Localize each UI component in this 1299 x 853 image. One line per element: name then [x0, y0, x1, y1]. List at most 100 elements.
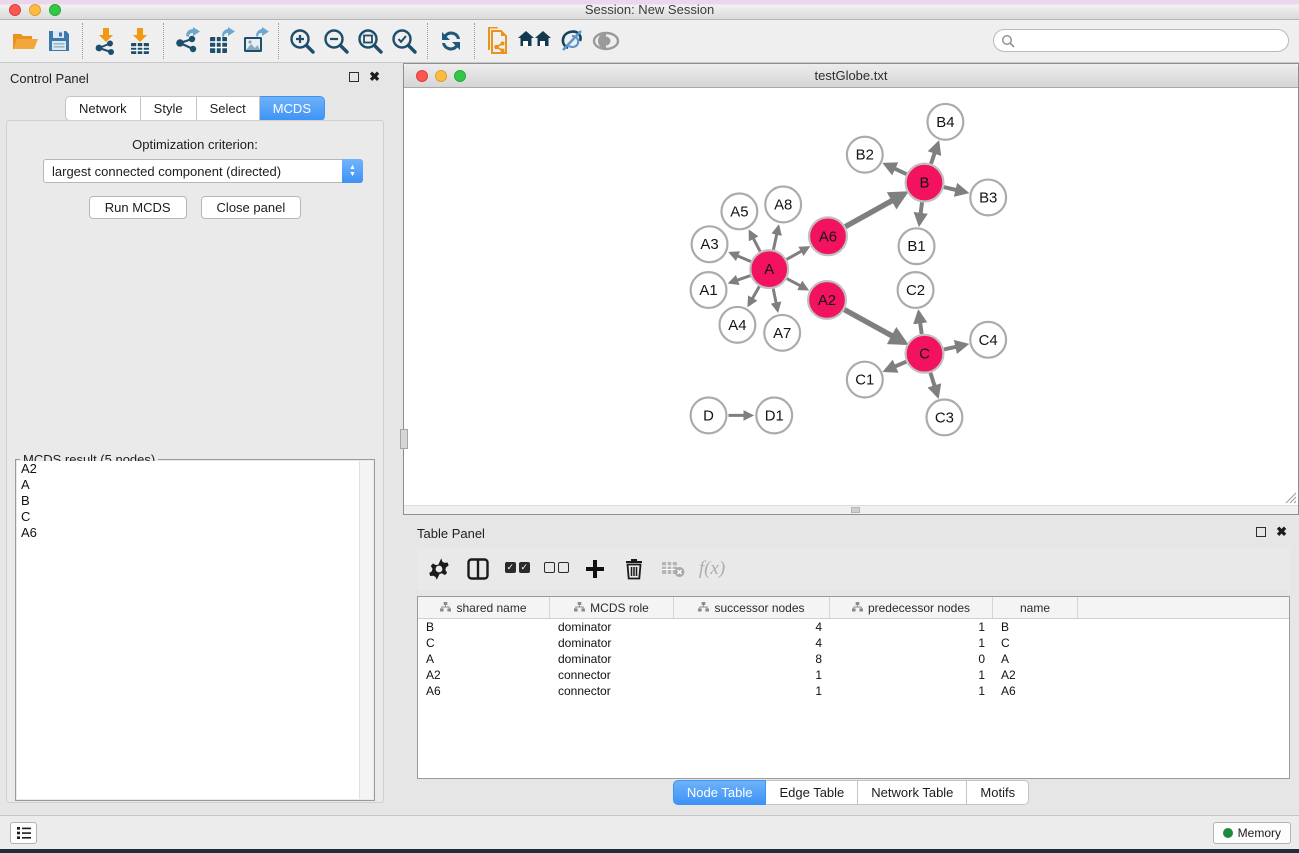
edge-C-C4[interactable] — [944, 345, 966, 350]
node-A4[interactable]: A4 — [719, 307, 755, 343]
close-panel-icon[interactable]: ✖ — [369, 72, 380, 82]
edge-B-B4[interactable] — [931, 143, 938, 163]
node-A1[interactable]: A1 — [691, 272, 727, 308]
show-column-panel-button[interactable] — [462, 552, 494, 586]
export-network-button[interactable] — [170, 23, 204, 59]
table-row[interactable]: Cdominator41C — [418, 635, 1289, 651]
search-field[interactable] — [993, 29, 1289, 52]
node-table[interactable]: shared nameMCDS rolesuccessor nodesprede… — [417, 596, 1290, 779]
column-header-predecessor-nodes[interactable]: predecessor nodes — [830, 597, 993, 618]
node-D[interactable]: D — [691, 398, 727, 434]
tab-edge-table[interactable]: Edge Table — [766, 780, 858, 805]
edge-A-A6[interactable] — [787, 247, 808, 259]
column-header-MCDS-role[interactable]: MCDS role — [550, 597, 674, 618]
node-B[interactable]: B — [906, 164, 944, 202]
edge-A-A3[interactable] — [731, 253, 751, 261]
node-C1[interactable]: C1 — [847, 362, 883, 398]
float-panel-icon[interactable] — [349, 72, 359, 82]
tab-motifs[interactable]: Motifs — [967, 780, 1029, 805]
tab-select[interactable]: Select — [197, 96, 260, 121]
delete-table-button[interactable] — [657, 552, 689, 586]
network-hscrollbar[interactable] — [404, 505, 1298, 514]
tab-style[interactable]: Style — [141, 96, 197, 121]
result-item[interactable]: A6 — [17, 525, 373, 541]
import-table-button[interactable] — [123, 23, 157, 59]
node-A[interactable]: A — [750, 250, 788, 288]
mcds-result-list[interactable]: A2ABCA6 — [17, 461, 373, 799]
import-network-button[interactable] — [89, 23, 123, 59]
create-column-button[interactable] — [579, 552, 611, 586]
table-row[interactable]: A6connector11A6 — [418, 683, 1289, 699]
result-item[interactable]: A — [17, 477, 373, 493]
hide-annotations-button[interactable] — [555, 23, 589, 59]
edge-A-A1[interactable] — [730, 276, 750, 283]
edge-A6-B[interactable] — [845, 194, 904, 227]
node-A6[interactable]: A6 — [809, 217, 847, 255]
tab-network-table[interactable]: Network Table — [858, 780, 967, 805]
save-session-button[interactable] — [42, 23, 76, 59]
zoom-selected-button[interactable] — [387, 23, 421, 59]
node-B1[interactable]: B1 — [899, 228, 935, 264]
tab-mcds[interactable]: MCDS — [260, 96, 325, 121]
table-float-panel-icon[interactable] — [1256, 527, 1266, 537]
edge-A-A8[interactable] — [773, 227, 778, 250]
close-panel-button[interactable]: Close panel — [201, 196, 302, 219]
column-header-successor-nodes[interactable]: successor nodes — [674, 597, 830, 618]
resize-grip-icon[interactable] — [1285, 492, 1297, 504]
edge-A-A2[interactable] — [787, 279, 807, 290]
edge-A2-C[interactable] — [844, 310, 904, 343]
column-header-shared-name[interactable]: shared name — [418, 597, 550, 618]
edge-A-A7[interactable] — [773, 289, 777, 311]
edge-C-C3[interactable] — [930, 373, 937, 396]
result-item[interactable]: C — [17, 509, 373, 525]
node-A8[interactable]: A8 — [765, 187, 801, 223]
network-window-titlebar[interactable]: testGlobe.txt — [404, 64, 1298, 88]
zoom-in-button[interactable] — [285, 23, 319, 59]
criterion-select[interactable]: largest connected component (directed) ▲… — [43, 159, 363, 183]
node-B4[interactable]: B4 — [927, 104, 963, 140]
result-item[interactable]: A2 — [17, 461, 373, 477]
edge-A-A4[interactable] — [749, 286, 760, 305]
node-C[interactable]: C — [906, 335, 944, 373]
zoom-fit-button[interactable] — [353, 23, 387, 59]
network-canvas[interactable]: B4 B2 B B3 A8A5 A6 A3 B1 A A1 C2 A2 A4A7 C4 C C1 C3 D D1 — [404, 88, 1298, 505]
panel-splitter-grip[interactable] — [400, 429, 408, 449]
memory-button[interactable]: Memory — [1213, 822, 1291, 844]
show-all-views-button[interactable] — [515, 23, 555, 59]
column-header-name[interactable]: name — [993, 597, 1078, 618]
node-C3[interactable]: C3 — [926, 400, 962, 436]
table-settings-button[interactable] — [423, 552, 455, 586]
export-image-button[interactable] — [238, 23, 272, 59]
node-B3[interactable]: B3 — [970, 180, 1006, 216]
node-B2[interactable]: B2 — [847, 137, 883, 173]
edge-B-B1[interactable] — [919, 202, 922, 223]
node-A7[interactable]: A7 — [764, 315, 800, 351]
node-A3[interactable]: A3 — [692, 226, 728, 262]
node-A5[interactable]: A5 — [721, 193, 757, 229]
edge-A-A5[interactable] — [750, 232, 760, 252]
export-table-button[interactable] — [204, 23, 238, 59]
edge-C-C1[interactable] — [886, 362, 906, 371]
table-row[interactable]: Bdominator41B — [418, 619, 1289, 635]
open-session-button[interactable] — [8, 23, 42, 59]
table-row[interactable]: Adominator80A — [418, 651, 1289, 667]
node-D1[interactable]: D1 — [756, 398, 792, 434]
result-list-scrollbar[interactable] — [359, 461, 373, 799]
refresh-button[interactable] — [434, 23, 468, 59]
show-hide-button[interactable] — [589, 23, 623, 59]
task-history-button[interactable] — [10, 822, 37, 844]
select-all-columns-button[interactable] — [501, 552, 533, 586]
tab-network[interactable]: Network — [65, 96, 141, 121]
table-close-panel-icon[interactable]: ✖ — [1276, 527, 1287, 537]
node-A2[interactable]: A2 — [808, 281, 846, 319]
hscroll-handle[interactable] — [851, 507, 860, 513]
edge-B-B3[interactable] — [944, 187, 966, 192]
delete-columns-button[interactable] — [618, 552, 650, 586]
unselect-all-columns-button[interactable] — [540, 552, 572, 586]
network-from-selection-button[interactable] — [481, 23, 515, 59]
node-C2[interactable]: C2 — [898, 272, 934, 308]
edge-C-C2[interactable] — [919, 313, 922, 334]
node-C4[interactable]: C4 — [970, 322, 1006, 358]
table-row[interactable]: A2connector11A2 — [418, 667, 1289, 683]
tab-node-table[interactable]: Node Table — [673, 780, 767, 805]
